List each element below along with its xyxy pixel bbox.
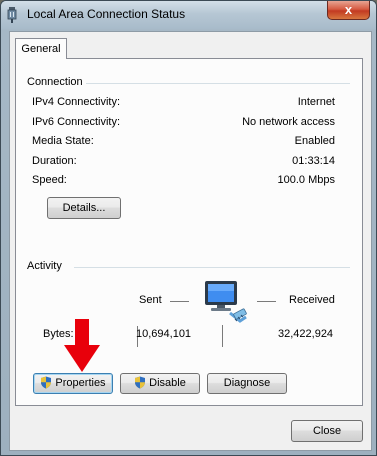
ipv6-connectivity-value: No network access	[242, 116, 335, 128]
properties-button[interactable]: Properties	[33, 373, 113, 394]
disable-button[interactable]: Disable	[120, 373, 200, 394]
ipv6-connectivity-label: IPv6 Connectivity:	[32, 116, 121, 128]
network-computer-icon	[205, 281, 247, 323]
received-label: Received	[289, 294, 335, 306]
bytes-received-value: 32,422,924	[278, 328, 334, 340]
speed-label: Speed:	[32, 174, 67, 186]
disable-button-label: Disable	[149, 377, 186, 389]
connection-heading: Connection	[27, 76, 83, 88]
media-state-value: Enabled	[294, 135, 335, 147]
properties-button-label: Properties	[55, 377, 106, 389]
diagnose-button[interactable]: Diagnose	[207, 373, 287, 394]
title-close-button[interactable]: x	[327, 1, 370, 20]
red-arrow-annotation	[64, 319, 100, 372]
title-bar[interactable]: Local Area Connection Status x	[1, 1, 376, 29]
close-icon: x	[344, 2, 353, 17]
ipv4-connectivity-label: IPv4 Connectivity:	[32, 96, 121, 108]
bytes-sent-value: 10,694,101	[136, 328, 192, 340]
close-button[interactable]: Close	[291, 420, 363, 442]
sent-connector-line	[170, 301, 189, 302]
duration-label: Duration:	[32, 155, 77, 167]
speed-value: 100.0 Mbps	[277, 174, 335, 186]
diagnose-button-label: Diagnose	[223, 377, 271, 389]
details-button[interactable]: Details...	[47, 197, 121, 219]
network-adapter-icon	[7, 7, 17, 23]
dialog-client-area: General Connection IPv4 Connectivity: In…	[9, 31, 372, 451]
window-title: Local Area Connection Status	[27, 7, 186, 21]
status-window: Local Area Connection Status x General C…	[0, 0, 377, 456]
sent-label: Sent	[139, 294, 162, 306]
duration-value: 01:33:14	[292, 155, 335, 167]
tab-general-label: General	[21, 43, 61, 55]
activity-heading: Activity	[27, 260, 62, 272]
activity-divider	[74, 267, 350, 268]
ipv4-connectivity-value: Internet	[297, 96, 335, 108]
center-divider-line	[222, 325, 223, 347]
media-state-label: Media State:	[32, 135, 94, 147]
details-button-label: Details...	[62, 202, 106, 214]
connection-divider	[86, 83, 350, 84]
uac-shield-icon	[135, 376, 146, 389]
uac-shield-icon	[41, 376, 52, 389]
close-button-label: Close	[312, 425, 342, 437]
tab-general[interactable]: General	[15, 38, 67, 59]
received-connector-line	[257, 301, 276, 302]
general-tab-panel: Connection IPv4 Connectivity: Internet I…	[15, 58, 363, 406]
